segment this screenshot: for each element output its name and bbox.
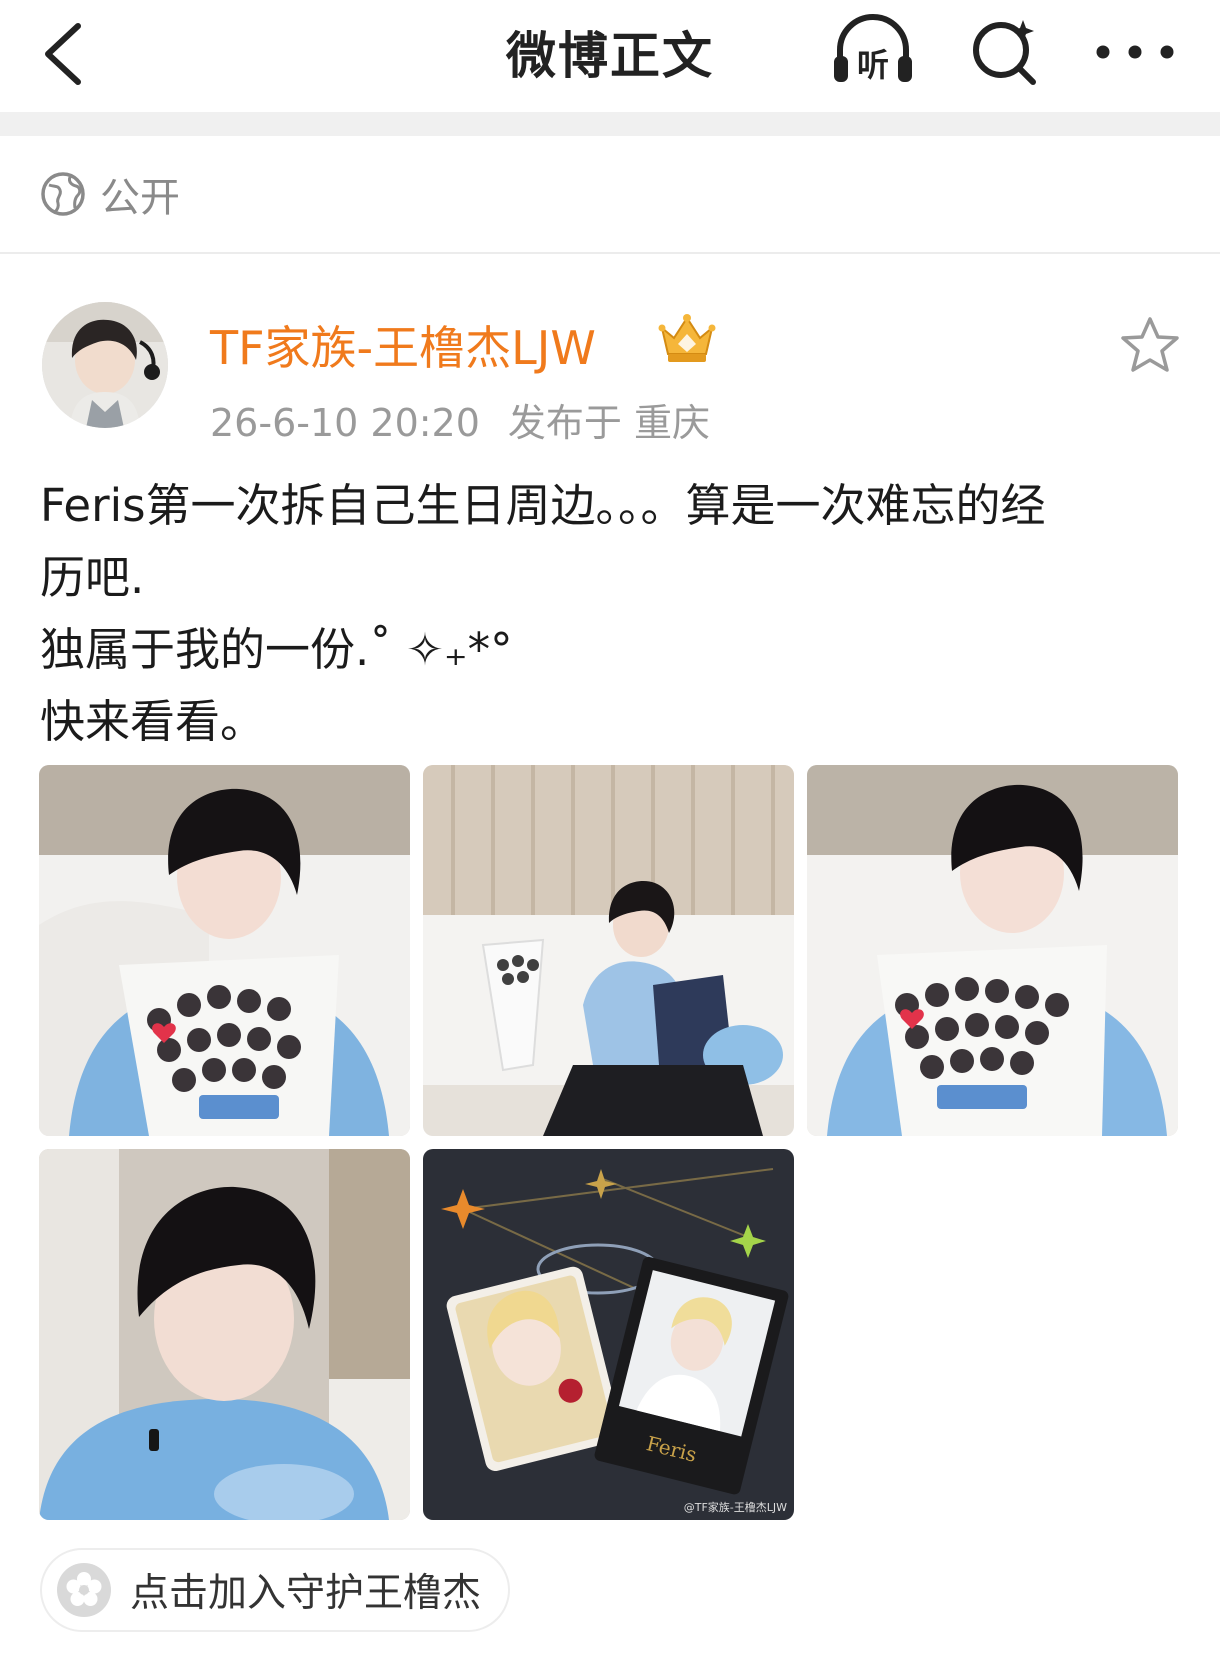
avatar[interactable]: [42, 302, 168, 428]
post-photo-4[interactable]: [39, 1149, 410, 1520]
favorite-button[interactable]: [1118, 314, 1182, 378]
author-name[interactable]: TF家族-王橹杰LJW: [210, 312, 596, 378]
star-outline-icon: [1121, 317, 1179, 372]
chevron-left-icon: [45, 23, 81, 85]
search-button[interactable]: [960, 10, 1050, 90]
back-button[interactable]: [38, 10, 98, 90]
listen-label: 听: [857, 46, 889, 84]
photo-watermark: @TF家族-王橹杰LJW: [684, 1500, 787, 1514]
post-photo-1[interactable]: [39, 765, 410, 1136]
post-body: Feris第一次拆自己生日周边。。。算是一次难忘的经 历吧. 独属于我的一份.˚…: [40, 470, 1190, 758]
post-text-line: 独属于我的一份.˚ ✧₊*°: [40, 623, 513, 676]
flower-icon: [57, 1563, 111, 1617]
join-guardian-label: 点击加入守护王橹杰: [130, 1571, 482, 1616]
post-photo-3[interactable]: [807, 765, 1178, 1136]
post-timestamp: 26-6-10 20:20: [210, 401, 480, 445]
more-dots-icon: [1096, 45, 1174, 59]
post-photo-2[interactable]: [423, 765, 794, 1136]
headphones-icon: 听: [834, 14, 912, 84]
top-bar: 微博正文 听: [0, 0, 1220, 112]
visibility-label: 公开: [100, 175, 180, 221]
join-guardian-button[interactable]: 点击加入守护王橹杰: [40, 1548, 510, 1632]
ai-search-icon: [973, 20, 1036, 85]
post-text-line: Feris第一次拆自己生日周边。。。算是一次难忘的经: [40, 479, 1046, 532]
visibility-row: 公开: [0, 136, 1220, 254]
listen-button[interactable]: 听: [828, 10, 918, 90]
globe-icon: [41, 172, 85, 216]
crown-badge-icon: [658, 314, 716, 362]
post-meta: 26-6-10 20:20 发布于 重庆: [210, 392, 710, 447]
section-divider: [0, 112, 1220, 136]
more-button[interactable]: [1085, 10, 1185, 90]
post-photo-5[interactable]: Feris @TF家族-王橹杰LJW: [423, 1149, 794, 1520]
post-text-line: 历吧.: [40, 551, 145, 604]
post-text-line: 快来看看。: [40, 695, 266, 748]
post-location: 发布于 重庆: [507, 401, 710, 445]
